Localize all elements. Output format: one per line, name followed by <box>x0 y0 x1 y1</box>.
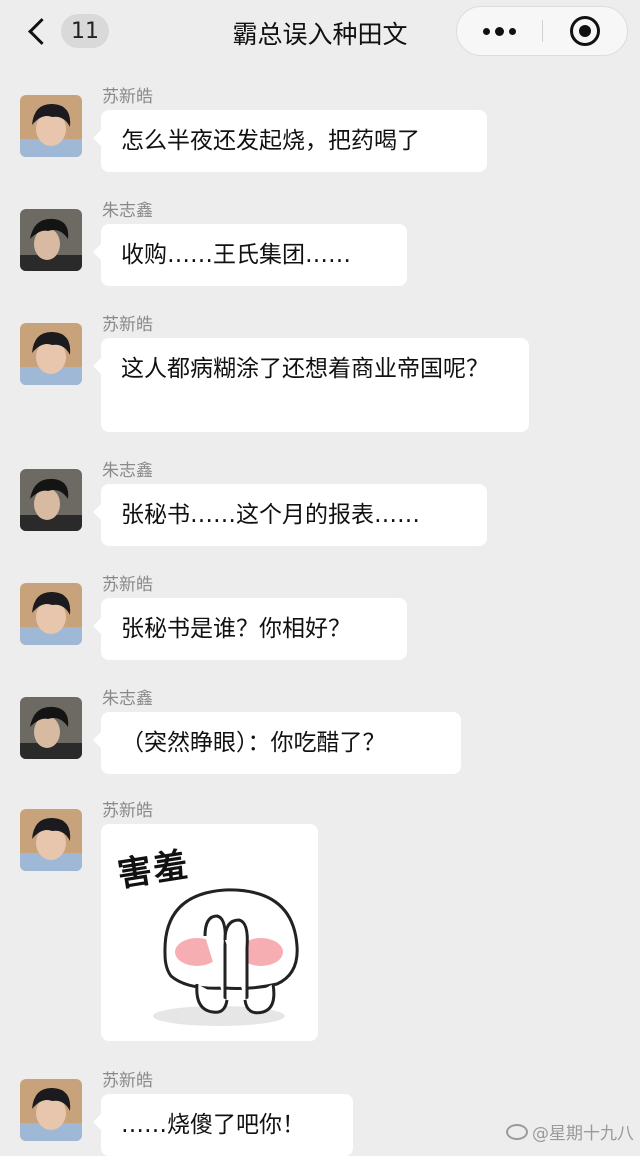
chevron-left-icon <box>28 17 55 45</box>
avatar[interactable] <box>20 95 82 157</box>
message-bubble[interactable]: 收购……王氏集团…… <box>93 224 407 286</box>
target-circle-icon <box>570 16 600 46</box>
more-button[interactable] <box>457 7 542 55</box>
sticker-message[interactable]: 害羞 <box>101 824 318 1041</box>
message-text: 收购……王氏集团…… <box>121 242 351 268</box>
avatar[interactable] <box>20 209 82 271</box>
sender-name: 苏新皓 <box>102 87 153 107</box>
weibo-icon <box>506 1123 528 1140</box>
more-dots-icon <box>483 27 490 35</box>
avatar[interactable] <box>20 697 82 759</box>
message-bubble[interactable]: 张秘书……这个月的报表…… <box>93 484 487 546</box>
watermark: @星期十九八 <box>506 1119 634 1144</box>
chat-header: 11 霸总误入种田文 <box>0 0 640 66</box>
avatar[interactable] <box>20 1079 82 1141</box>
watermark-text: @星期十九八 <box>532 1124 634 1144</box>
sender-name: 苏新皓 <box>102 801 153 821</box>
message-bubble[interactable]: 怎么半夜还发起烧，把药喝了 <box>93 110 487 172</box>
message-bubble[interactable]: 张秘书是谁？你相好？ <box>93 598 407 660</box>
message-text: 张秘书……这个月的报表…… <box>121 502 420 528</box>
message-text: ……烧傻了吧你！ <box>121 1112 305 1138</box>
message-text: 张秘书是谁？你相好？ <box>121 616 351 642</box>
unread-count-badge: 11 <box>61 14 109 48</box>
message-text: 这人都病糊涂了还想着商业帝国呢？ <box>121 356 489 382</box>
avatar[interactable] <box>20 583 82 645</box>
sender-name: 朱志鑫 <box>102 689 153 709</box>
shy-bunny-sticker <box>153 888 299 1026</box>
back-button[interactable]: 11 <box>26 12 109 50</box>
message-bubble[interactable]: 这人都病糊涂了还想着商业帝国呢？ <box>93 338 529 432</box>
message-text: （突然睁眼）：你吃醋了？ <box>121 730 386 756</box>
message-text: 怎么半夜还发起烧，把药喝了 <box>121 128 420 154</box>
sender-name: 朱志鑫 <box>102 201 153 221</box>
sender-name: 苏新皓 <box>102 1071 153 1091</box>
sender-name: 苏新皓 <box>102 575 153 595</box>
message-bubble[interactable]: （突然睁眼）：你吃醋了？ <box>93 712 461 774</box>
sender-name: 苏新皓 <box>102 315 153 335</box>
close-button[interactable] <box>543 7 627 55</box>
sender-name: 朱志鑫 <box>102 461 153 481</box>
mini-program-capsule <box>456 6 628 56</box>
message-bubble[interactable]: ……烧傻了吧你！ <box>93 1094 353 1156</box>
avatar[interactable] <box>20 469 82 531</box>
avatar[interactable] <box>20 323 82 385</box>
avatar[interactable] <box>20 809 82 871</box>
